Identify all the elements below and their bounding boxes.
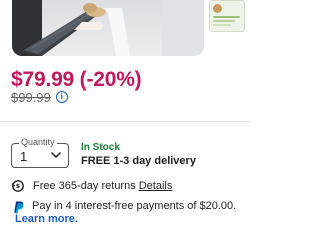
- details-link[interactable]: Details: [139, 180, 173, 192]
- paypal-installments-text: Pay in 4 interest-free payments of $20.0…: [32, 200, 237, 212]
- was-price: $99.99: [11, 89, 51, 105]
- returns-text: Free 365-day returns: [33, 180, 136, 192]
- thumbnail-image[interactable]: [209, 0, 245, 32]
- learn-more-link[interactable]: Learn more.: [15, 213, 78, 225]
- thumbnail-decor: [213, 16, 240, 18]
- svg-text:$: $: [16, 183, 20, 190]
- chevron-down-icon: [51, 152, 61, 158]
- pet-ramp-illustration: [12, 0, 204, 56]
- divider: [0, 121, 250, 122]
- returns-icon: $: [11, 180, 24, 192]
- thumbnail-decor: [213, 20, 235, 22]
- quantity-select[interactable]: Quantity 1: [11, 137, 69, 168]
- quantity-value: 1: [20, 149, 28, 164]
- info-icon[interactable]: i: [55, 91, 68, 103]
- paypal-row: Pay in 4 interest-free payments of $20.0…: [11, 200, 236, 214]
- delivery-info: FREE 1-3 day delivery: [81, 155, 196, 167]
- quantity-label: Quantity: [19, 137, 57, 147]
- current-price: $79.99 (-20%): [11, 68, 142, 91]
- stock-status: In Stock: [81, 142, 120, 153]
- was-price-row: $99.99 i: [11, 89, 68, 105]
- returns-row: $ Free 365-day returns Details: [11, 179, 172, 193]
- product-image[interactable]: [12, 0, 204, 56]
- dog-icon: [213, 4, 222, 13]
- thumbnail-decor: [213, 24, 231, 26]
